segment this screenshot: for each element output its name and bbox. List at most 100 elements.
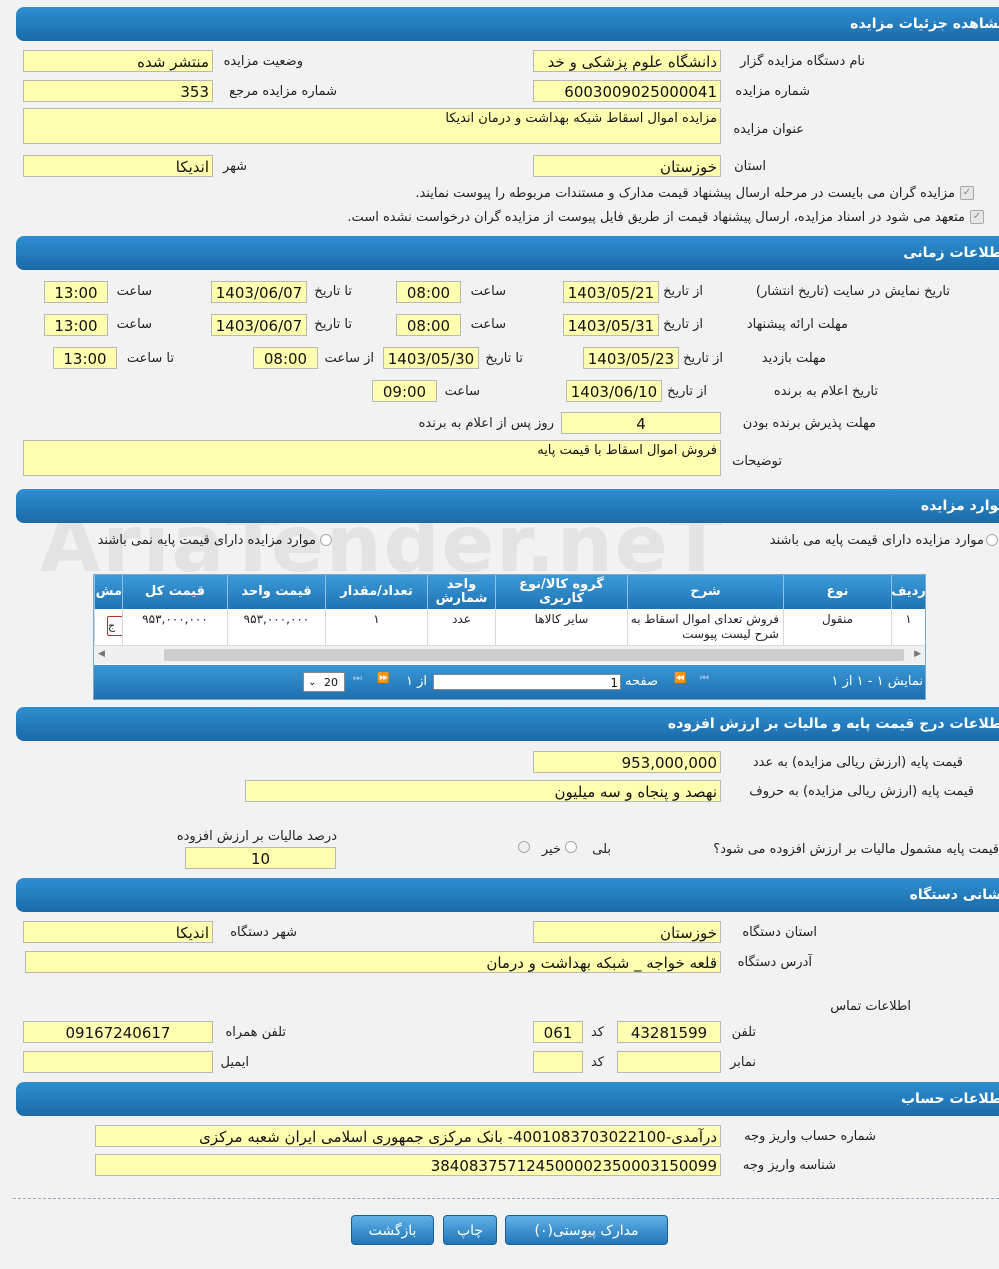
no-base-price-radio[interactable] [320, 534, 332, 546]
back-button[interactable]: بازگشت [351, 1215, 434, 1245]
commit-checkbox[interactable]: ✓ [970, 210, 984, 224]
row-action-button[interactable]: ج [107, 616, 122, 636]
title-field[interactable]: مزایده اموال اسقاط شبکه بهداشت و درمان ا… [23, 108, 721, 144]
offer-from-date[interactable]: 1403/05/31 [563, 314, 659, 336]
addr-province-field[interactable]: خوزستان [533, 921, 721, 943]
phone-code-field[interactable]: 061 [533, 1021, 583, 1043]
accept-days-field[interactable]: 4 [561, 412, 721, 434]
has-base-price-radio[interactable] [986, 534, 998, 546]
addr-field[interactable]: قلعه خواجه _ شبکه بهداشت و درمان [25, 951, 721, 973]
section-details-header: مشاهده جزئیات مزایده [16, 7, 999, 41]
cell-row: ۱ [891, 609, 925, 645]
desc-field[interactable]: فروش اموال اسقاط با قیمت پایه [23, 440, 721, 476]
city-field[interactable]: اندیکا [23, 155, 213, 177]
page-size-select[interactable]: ⌄ 20 [303, 672, 345, 692]
offer-to-date[interactable]: 1403/06/07 [211, 314, 307, 336]
page-number-input[interactable]: 1 [433, 674, 621, 690]
site-from-date[interactable]: 1403/05/21 [563, 281, 659, 303]
mobile-field[interactable]: 09167240617 [23, 1021, 213, 1043]
contact-label: اطلاعات تماس [830, 999, 911, 1014]
site-date-label: تاریخ نمایش در سایت (تاریخ انتشار) [755, 284, 950, 299]
scroll-thumb[interactable] [164, 649, 904, 661]
email-field[interactable] [23, 1051, 213, 1073]
scroll-left-icon[interactable]: ◀ [98, 649, 105, 659]
site-from-label: از تاریخ [663, 284, 703, 299]
accept-suffix-label: روز پس از اعلام به برنده [418, 416, 554, 431]
addr-label: آدرس دستگاه [737, 955, 812, 970]
announce-from-label: از تاریخ [667, 384, 707, 399]
print-button[interactable]: چاپ [443, 1215, 497, 1245]
number-field[interactable]: 6003009025000041 [533, 80, 721, 102]
announce-label: تاریخ اعلام به برنده [773, 384, 878, 399]
col-type: نوع [783, 575, 891, 609]
attachments-button[interactable]: مدارک پیوستی(۰) [505, 1215, 668, 1245]
section-price-header: اطلاعات درج قیمت پایه و مالیات بر ارزش ا… [16, 707, 999, 741]
col-row: ردیف [891, 575, 925, 609]
addr-city-field[interactable]: اندیکا [23, 921, 213, 943]
province-field[interactable]: خوزستان [533, 155, 721, 177]
pager-summary: نمایش ۱ - ۱ از ۱ [831, 674, 924, 689]
section-account-header: اطلاعات حساب [16, 1082, 999, 1116]
ref-label: شماره مزایده مرجع [229, 84, 337, 99]
attach-docs-checkbox[interactable]: ✓ [960, 186, 974, 200]
vat-no-radio[interactable] [518, 841, 530, 853]
site-to-label: تا تاریخ [314, 284, 352, 299]
cell-group: سایر کالاها [495, 609, 627, 645]
visit-from-time[interactable]: 08:00 [253, 347, 318, 369]
status-label: وضعیت مزایده [223, 54, 303, 69]
org-field[interactable]: دانشگاه علوم پزشکی و خد [533, 50, 721, 72]
cell-qty: ۱ [325, 609, 427, 645]
site-from-time[interactable]: 08:00 [396, 281, 461, 303]
status-field[interactable]: منتشر شده [23, 50, 213, 72]
phone-field[interactable]: 43281599 [617, 1021, 721, 1043]
visit-to-date[interactable]: 1403/05/30 [383, 347, 479, 369]
section-time-header: اطلاعات زمانی [16, 236, 999, 270]
visit-label: مهلت بازدید [761, 351, 826, 366]
cell-extra: ج [94, 609, 122, 645]
announce-time[interactable]: 09:00 [372, 380, 437, 402]
payment-id-field[interactable]: 384083757124500002350003150099 [95, 1154, 721, 1176]
phone-code-label: کد [590, 1025, 604, 1040]
announce-time-label: ساعت [444, 384, 480, 399]
vat-yes-radio[interactable] [565, 841, 577, 853]
payment-id-label: شناسه واریز وجه [742, 1158, 836, 1173]
site-to-date[interactable]: 1403/06/07 [211, 281, 307, 303]
attach-docs-label: مزایده گران می بایست در مرحله ارسال پیشن… [415, 186, 955, 201]
base-num-field[interactable]: 953,000,000 [533, 751, 721, 773]
fax-label: نمابر [730, 1055, 756, 1070]
desc-label: توضیحات [732, 454, 782, 469]
col-total: قیمت کل [122, 575, 227, 609]
next-page-icon[interactable]: ⏩ [377, 673, 389, 684]
ref-field[interactable]: 353 [23, 80, 213, 102]
horizontal-scrollbar[interactable]: ◀ ▶ [94, 645, 925, 664]
fax-field[interactable] [617, 1051, 721, 1073]
section-items-header: موارد مزایده [16, 489, 999, 523]
visit-to-time[interactable]: 13:00 [53, 347, 117, 369]
offer-label: مهلت ارائه پیشنهاد [746, 317, 848, 332]
site-from-time-label: ساعت [470, 284, 506, 299]
first-page-icon[interactable]: ⏮ [700, 673, 709, 684]
vat-pct-field[interactable]: 10 [185, 847, 336, 869]
fax-code-field[interactable] [533, 1051, 583, 1073]
visit-from-date[interactable]: 1403/05/23 [583, 347, 679, 369]
grid-header: ردیف نوع شرح گروه کالا/نوع کاربری واحد ش… [94, 575, 925, 609]
site-to-time-label: ساعت [116, 284, 152, 299]
offer-from-time-label: ساعت [470, 317, 506, 332]
has-base-price-label: موارد مزایده دارای قیمت پایه می باشند [769, 533, 984, 548]
offer-from-time[interactable]: 08:00 [396, 314, 461, 336]
announce-from-date[interactable]: 1403/06/10 [566, 380, 662, 402]
col-qty: تعداد/مقدار [325, 575, 427, 609]
cell-unit: عدد [427, 609, 495, 645]
base-word-label: قیمت پایه (ارزش ریالی مزایده) به حروف [749, 784, 974, 799]
scroll-right-icon[interactable]: ▶ [914, 649, 921, 659]
account-field[interactable]: درآمدی-4001083703022100- بانک مرکزی جمهو… [95, 1125, 721, 1147]
prev-page-icon[interactable]: ⏪ [674, 673, 686, 684]
base-word-field[interactable]: نهصد و پنجاه و سه میلیون [245, 780, 721, 802]
email-label: ایمیل [220, 1055, 249, 1070]
offer-to-time[interactable]: 13:00 [44, 314, 108, 336]
section-address-header: نشانی دستگاه [16, 878, 999, 912]
site-to-time[interactable]: 13:00 [44, 281, 108, 303]
last-page-icon[interactable]: ⏭ [353, 673, 362, 684]
offer-from-label: از تاریخ [663, 317, 703, 332]
pager-of-label: از ۱ [406, 674, 428, 689]
